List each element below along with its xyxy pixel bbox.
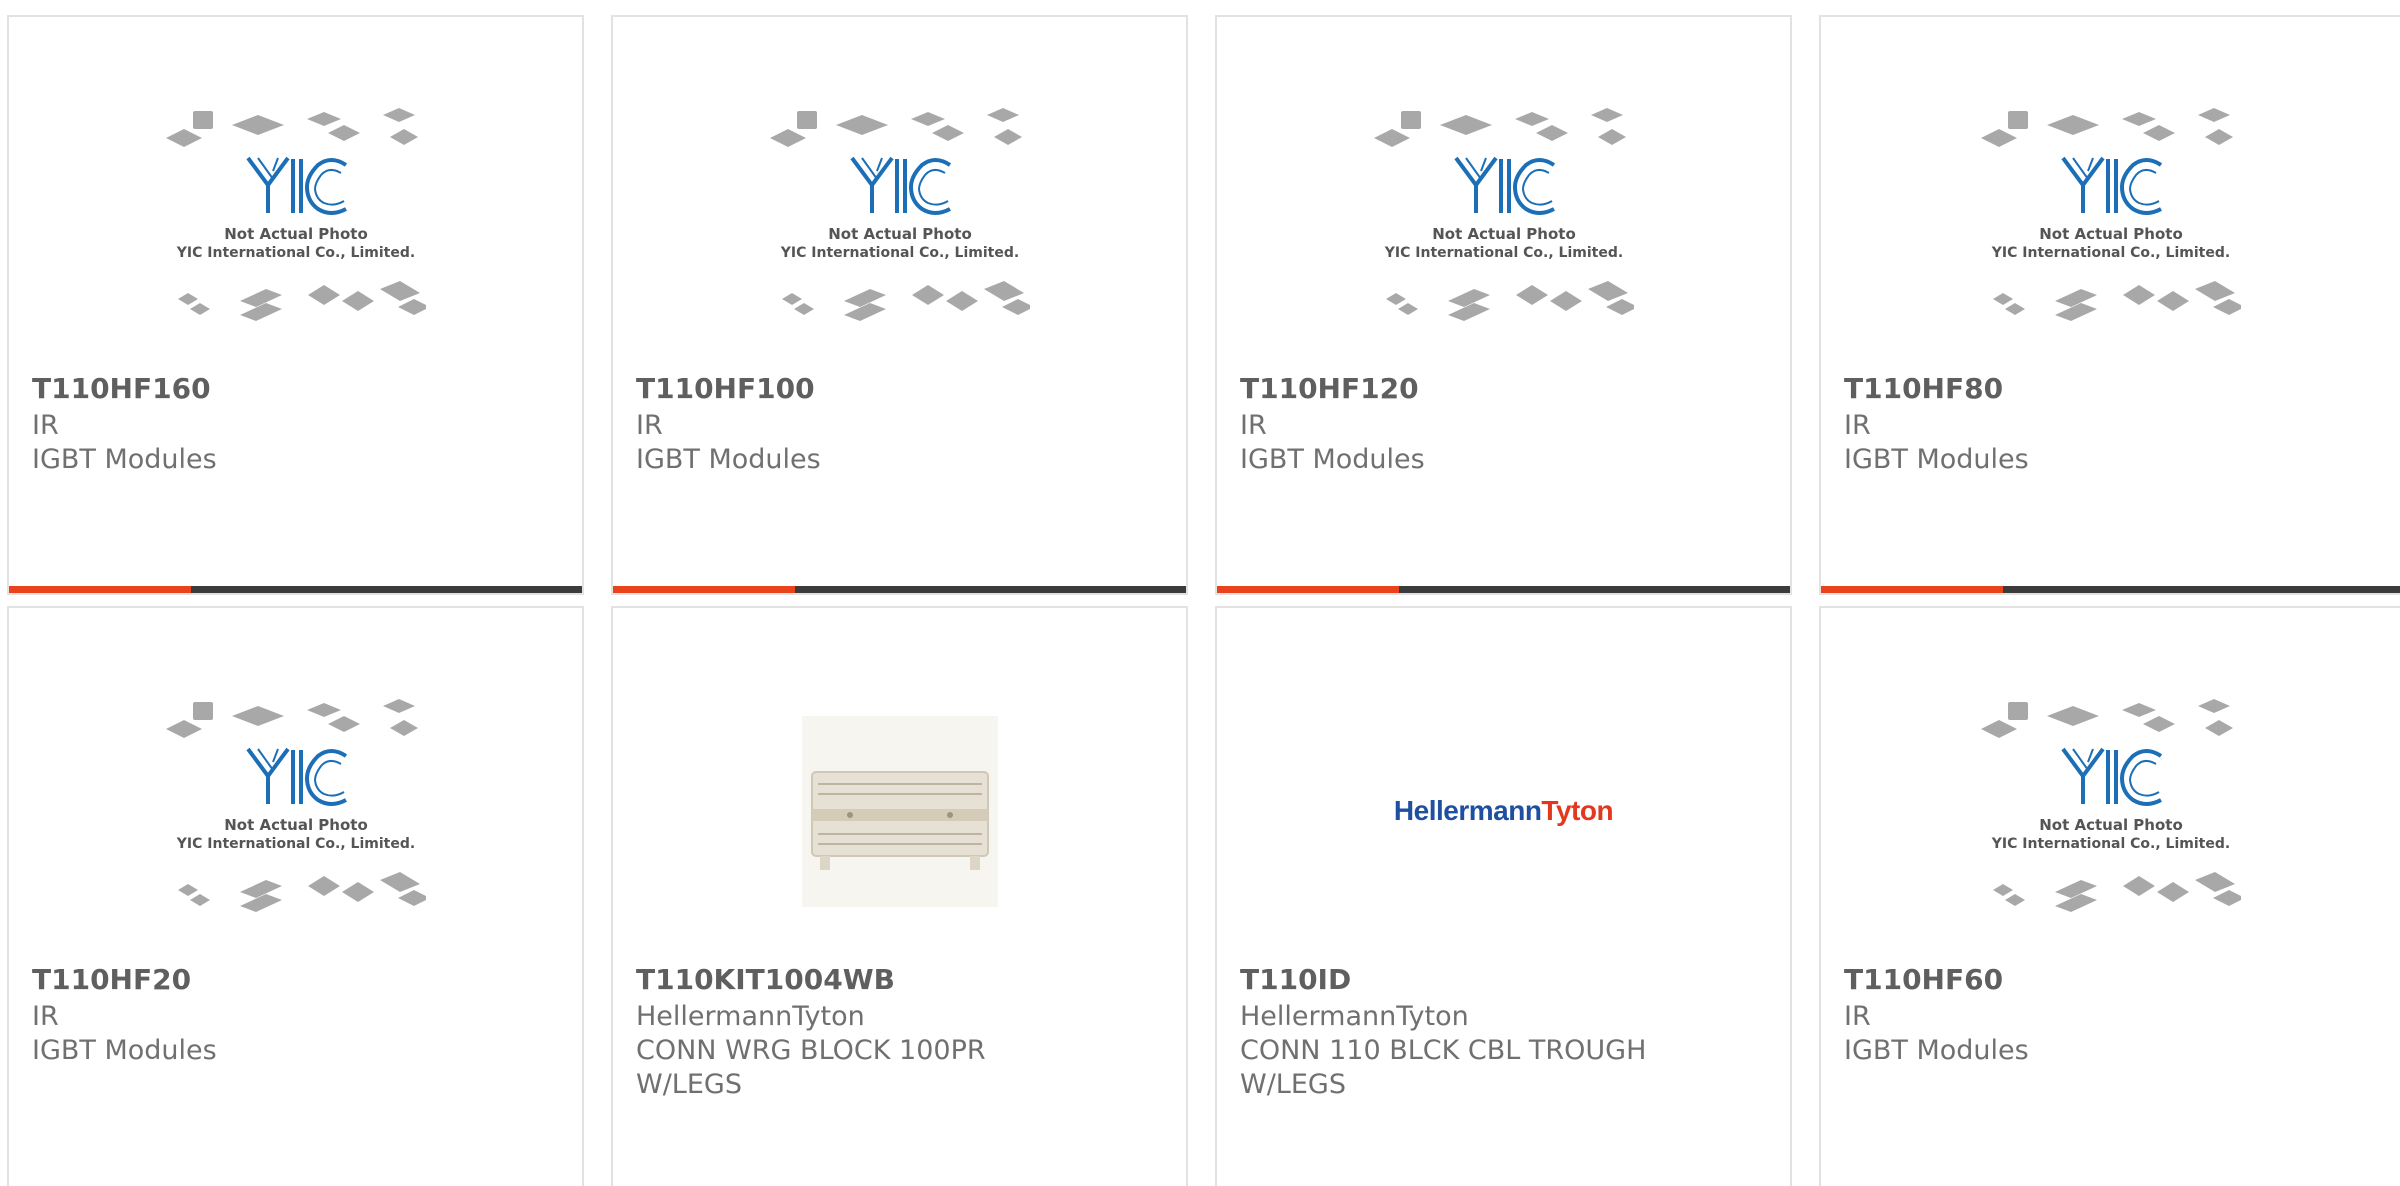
- description: IGBT Modules: [32, 1035, 217, 1066]
- part-number[interactable]: T110KIT1004WB: [636, 963, 895, 997]
- yic-placeholder-svg: Not Actual Photo YIC International Co., …: [1980, 698, 2241, 912]
- manufacturer: IR: [636, 410, 663, 441]
- yic-placeholder-image[interactable]: Not Actual Photo YIC International Co., …: [613, 75, 1186, 365]
- yic-placeholder-image[interactable]: Not Actual Photo YIC International Co., …: [9, 75, 582, 365]
- svg-text:YIC International Co., Limited: YIC International Co., Limited.: [1990, 836, 2229, 852]
- yic-placeholder-svg: Not Actual Photo YIC International Co., …: [769, 107, 1030, 321]
- product-card[interactable]: HellermannTyton T110ID HellermannTyton C…: [1215, 606, 1792, 1186]
- product-card[interactable]: Not Actual Photo YIC International Co., …: [7, 15, 584, 595]
- yic-placeholder-svg: Not Actual Photo YIC International Co., …: [1373, 107, 1634, 321]
- yic-placeholder-svg: Not Actual Photo YIC International Co., …: [165, 107, 426, 321]
- description: CONN 110 BLCK CBL TROUGH W/LEGS: [1240, 1035, 1647, 1100]
- part-number[interactable]: T110HF100: [636, 372, 815, 406]
- part-number[interactable]: T110ID: [1240, 963, 1351, 997]
- manufacturer: IR: [32, 410, 59, 441]
- product-card[interactable]: Not Actual Photo YIC International Co., …: [1215, 15, 1792, 595]
- svg-text:YIC International Co., Limited: YIC International Co., Limited.: [1990, 245, 2229, 261]
- yic-placeholder-image[interactable]: Not Actual Photo YIC International Co., …: [1821, 75, 2400, 365]
- svg-text:YIC International Co., Limited: YIC International Co., Limited.: [175, 245, 414, 261]
- description: CONN WRG BLOCK 100PR W/LEGS: [636, 1035, 986, 1100]
- card-bottom-bar: [1821, 586, 2400, 593]
- svg-text:YIC International Co., Limited: YIC International Co., Limited.: [175, 836, 414, 852]
- part-number[interactable]: T110HF80: [1844, 372, 2003, 406]
- description: IGBT Modules: [1844, 444, 2029, 475]
- svg-text:Not Actual Photo: Not Actual Photo: [224, 816, 368, 834]
- manufacturer: HellermannTyton: [636, 1001, 865, 1032]
- part-number[interactable]: T110HF120: [1240, 372, 1419, 406]
- card-accent: [1217, 586, 1399, 593]
- manufacturer: IR: [32, 1001, 59, 1032]
- card-accent: [1821, 586, 2003, 593]
- manufacturer: IR: [1844, 410, 1871, 441]
- card-bottom-bar: [1217, 586, 1790, 593]
- wiring-block-svg: [801, 715, 998, 907]
- card-bottom-bar: [613, 586, 1186, 593]
- hellermanntyton-logo-text: HellermannTyton: [1393, 795, 1614, 826]
- card-accent: [613, 586, 795, 593]
- svg-text:Not Actual Photo: Not Actual Photo: [1432, 225, 1576, 243]
- part-number[interactable]: T110HF20: [32, 963, 191, 997]
- product-grid: Not Actual Photo YIC International Co., …: [0, 0, 2400, 1186]
- product-card[interactable]: Not Actual Photo YIC International Co., …: [1819, 15, 2400, 595]
- product-card[interactable]: Not Actual Photo YIC International Co., …: [1819, 606, 2400, 1186]
- svg-text:Not Actual Photo: Not Actual Photo: [2039, 816, 2183, 834]
- yic-placeholder-image[interactable]: Not Actual Photo YIC International Co., …: [1821, 666, 2400, 956]
- description: IGBT Modules: [636, 444, 821, 475]
- yic-placeholder-svg: Not Actual Photo YIC International Co., …: [1980, 107, 2241, 321]
- description: IGBT Modules: [1240, 444, 1425, 475]
- description: IGBT Modules: [32, 444, 217, 475]
- svg-text:Not Actual Photo: Not Actual Photo: [2039, 225, 2183, 243]
- part-number[interactable]: T110HF160: [32, 372, 211, 406]
- yic-placeholder-image[interactable]: Not Actual Photo YIC International Co., …: [9, 666, 582, 956]
- manufacturer: IR: [1844, 1001, 1871, 1032]
- manufacturer: IR: [1240, 410, 1267, 441]
- card-bottom-bar: [9, 586, 582, 593]
- product-card[interactable]: Not Actual Photo YIC International Co., …: [611, 15, 1188, 595]
- yic-placeholder-svg: Not Actual Photo YIC International Co., …: [165, 698, 426, 912]
- svg-text:YIC International Co., Limited: YIC International Co., Limited.: [1383, 245, 1622, 261]
- part-number[interactable]: T110HF60: [1844, 963, 2003, 997]
- hellermanntyton-logo[interactable]: HellermannTyton: [1217, 666, 1790, 956]
- yic-placeholder-image[interactable]: Not Actual Photo YIC International Co., …: [1217, 75, 1790, 365]
- svg-text:Not Actual Photo: Not Actual Photo: [224, 225, 368, 243]
- svg-text:Not Actual Photo: Not Actual Photo: [828, 225, 972, 243]
- product-card[interactable]: Not Actual Photo YIC International Co., …: [7, 606, 584, 1186]
- manufacturer: HellermannTyton: [1240, 1001, 1469, 1032]
- wiring-block-photo[interactable]: [613, 666, 1186, 956]
- description: IGBT Modules: [1844, 1035, 2029, 1066]
- svg-text:YIC International Co., Limited: YIC International Co., Limited.: [779, 245, 1018, 261]
- card-accent: [9, 586, 191, 593]
- product-card[interactable]: T110KIT1004WB HellermannTyton CONN WRG B…: [611, 606, 1188, 1186]
